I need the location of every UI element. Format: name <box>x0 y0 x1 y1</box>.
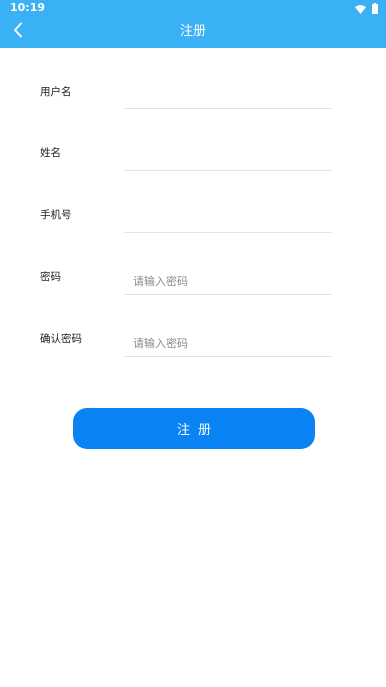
confirm-password-row: 确认密码 <box>0 312 386 374</box>
phone-input[interactable] <box>124 207 332 233</box>
name-row: 姓名 <box>0 126 386 188</box>
confirm-password-input[interactable] <box>124 331 332 357</box>
back-button[interactable] <box>6 20 30 44</box>
password-input[interactable] <box>124 269 332 295</box>
register-button[interactable]: 注册 <box>73 408 315 449</box>
password-label: 密码 <box>40 271 61 283</box>
confirm-password-label: 确认密码 <box>40 333 82 345</box>
username-label: 用户名 <box>40 86 72 98</box>
status-icons <box>355 2 378 14</box>
status-bar: 10:19 <box>0 0 386 16</box>
password-row: 密码 <box>0 250 386 312</box>
phone-row: 手机号 <box>0 188 386 250</box>
username-input[interactable] <box>124 83 332 109</box>
username-row: 用户名 <box>0 64 386 126</box>
status-time: 10:19 <box>10 1 46 14</box>
phone-label: 手机号 <box>40 209 72 221</box>
name-label: 姓名 <box>40 147 61 159</box>
name-input[interactable] <box>124 145 332 171</box>
wifi-icon <box>355 0 366 18</box>
battery-icon <box>372 0 378 18</box>
app-bar: 注册 <box>0 16 386 48</box>
page-title: 注册 <box>179 24 206 39</box>
chevron-left-icon <box>13 22 23 42</box>
